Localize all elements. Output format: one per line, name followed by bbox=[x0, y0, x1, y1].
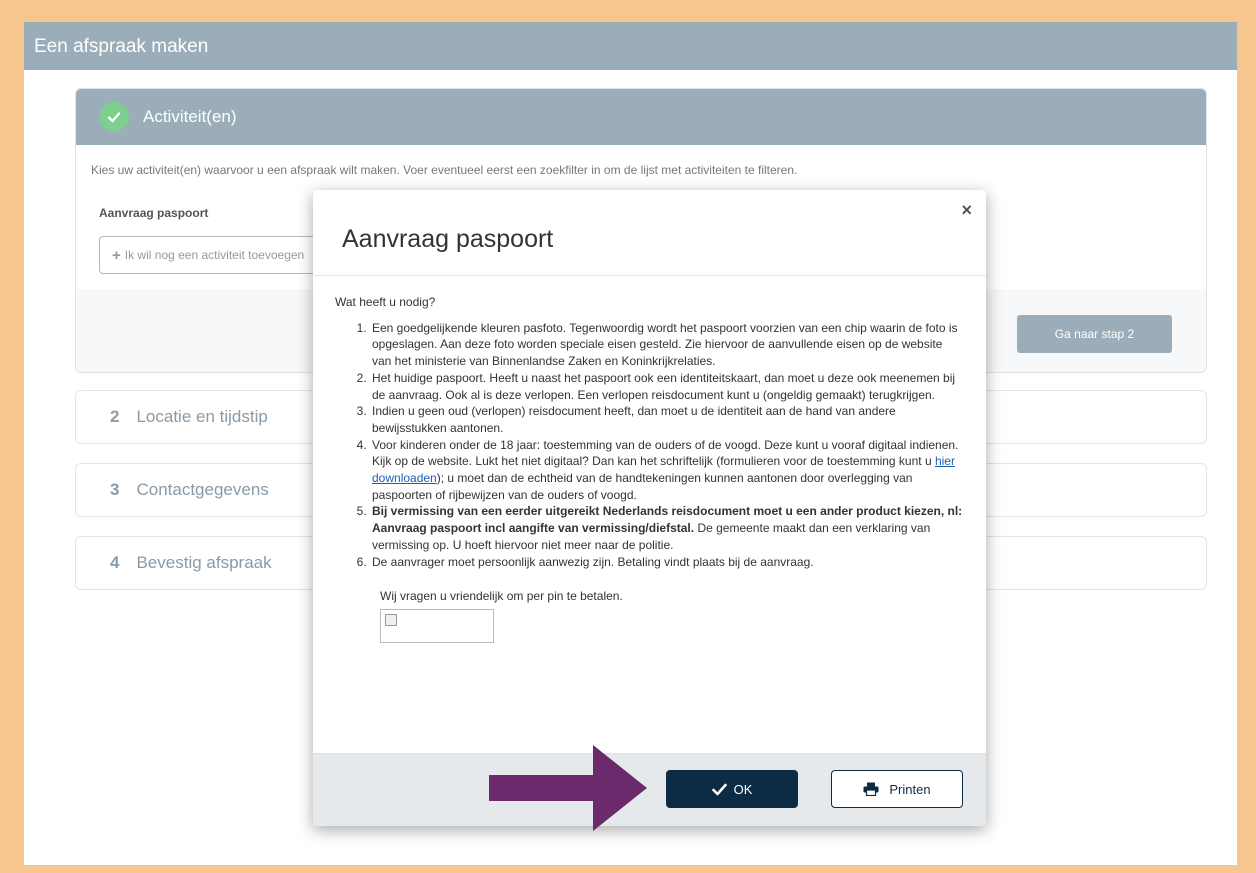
next-step-button[interactable]: Ga naar stap 2 bbox=[1017, 315, 1172, 353]
step-title: Bevestig afspraak bbox=[136, 553, 272, 572]
app-frame: Een afspraak maken Activiteit(en) Kies u… bbox=[24, 22, 1237, 865]
pointer-arrow-icon bbox=[489, 745, 647, 831]
list-item: Indien u geen oud (verlopen) reisdocumen… bbox=[370, 403, 964, 436]
modal-question: Wat heeft u nodig? bbox=[335, 295, 436, 309]
print-button[interactable]: Printen bbox=[831, 770, 963, 808]
print-label: Printen bbox=[889, 781, 931, 797]
plus-icon: + bbox=[112, 246, 121, 264]
step-title: Locatie en tijdstip bbox=[136, 407, 268, 426]
step-title: Contactgegevens bbox=[136, 480, 269, 499]
close-icon[interactable]: × bbox=[961, 200, 972, 221]
check-icon bbox=[99, 102, 129, 132]
modal-body: Wat heeft u nodig? Een goedgelijkende kl… bbox=[313, 276, 986, 754]
payment-note: Wij vragen u vriendelijk om per pin te b… bbox=[380, 589, 623, 604]
modal-footer: OK Printen bbox=[313, 753, 986, 826]
step-number: 3 bbox=[110, 480, 120, 499]
list-item: De aanvrager moet persoonlijk aanwezig z… bbox=[370, 554, 964, 571]
add-activity-label: Ik wil nog een activiteit toevoegen bbox=[124, 248, 305, 262]
info-modal: Aanvraag paspoort × Wat heeft u nodig? E… bbox=[313, 190, 986, 826]
modal-title: Aanvraag paspoort bbox=[342, 225, 554, 253]
add-activity-button[interactable]: + Ik wil nog een activiteit toevoegen bbox=[99, 236, 327, 274]
ok-button[interactable]: OK bbox=[666, 770, 798, 808]
printer-icon bbox=[863, 782, 879, 796]
requirements-list: Een goedgelijkende kleuren pasfoto. Tege… bbox=[352, 320, 964, 571]
list-item: Het huidige paspoort. Heeft u naast het … bbox=[370, 370, 964, 403]
step-1-title: Activiteit(en) bbox=[143, 107, 237, 126]
step-number: 2 bbox=[110, 407, 120, 426]
page-header: Een afspraak maken bbox=[24, 22, 1237, 70]
step-number: 4 bbox=[110, 553, 120, 572]
step-1-header[interactable]: Activiteit(en) bbox=[76, 89, 1206, 145]
step-1-intro: Kies uw activiteit(en) waarvoor u een af… bbox=[91, 163, 798, 177]
page-title: Een afspraak maken bbox=[34, 36, 209, 57]
item-text: Voor kinderen onder de 18 jaar: toestemm… bbox=[372, 437, 959, 469]
list-item: Een goedgelijkende kleuren pasfoto. Tege… bbox=[370, 320, 964, 370]
ok-label: OK bbox=[733, 781, 753, 797]
list-item: Bij vermissing van een eerder uitgereikt… bbox=[370, 503, 964, 553]
broken-image-icon bbox=[385, 613, 397, 626]
checkmark-icon bbox=[711, 783, 727, 795]
item-text: ); u moet dan de echtheid van de handtek… bbox=[372, 471, 913, 502]
list-item: Voor kinderen onder de 18 jaar: toestemm… bbox=[370, 437, 964, 504]
broken-image bbox=[380, 608, 494, 643]
modal-header: Aanvraag paspoort × bbox=[313, 190, 986, 276]
